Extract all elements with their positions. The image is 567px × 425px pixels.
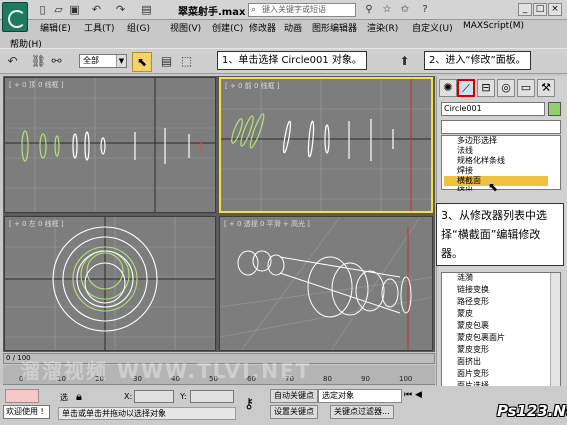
new-file-icon[interactable]: ▯: [36, 3, 49, 16]
favorites-icon[interactable]: ✩: [398, 3, 412, 17]
utilities-tab-icon[interactable]: ⚒: [537, 79, 555, 97]
open-file-icon[interactable]: ▱: [52, 3, 65, 16]
object-color-swatch[interactable]: [548, 102, 561, 116]
render-icon[interactable]: ⬆: [396, 53, 413, 70]
modifier-list-dropdown[interactable]: [441, 120, 561, 134]
list-item[interactable]: 法线: [444, 146, 548, 156]
object-name-field[interactable]: Circle001: [441, 102, 545, 116]
maxscript-listener-box[interactable]: [5, 389, 39, 403]
step2-callout: 2、进入“修改”面板。: [424, 51, 531, 70]
close-button[interactable]: ×: [548, 3, 562, 16]
select-object-button[interactable]: ⬉: [132, 52, 152, 72]
corner-watermark: Ps123.Net: [497, 402, 567, 420]
list-item[interactable]: 面片变形: [444, 369, 548, 379]
list-item[interactable]: 面挤出: [444, 357, 548, 367]
maxscript-mini-listener[interactable]: 欢迎使用 !: [3, 405, 50, 419]
menu-maxscript[interactable]: MAXScript(M): [463, 21, 524, 31]
select-arrow-icon: ⬉: [136, 55, 148, 69]
modifier-list-top[interactable]: 多边形选择 法线 规格化样条线 焊接 横截面 挤出: [441, 135, 561, 191]
list-item[interactable]: 链接变换: [444, 285, 548, 295]
selection-count-label: 选: [60, 393, 68, 402]
app-logo-icon[interactable]: [2, 2, 28, 32]
x-coordinate-field[interactable]: [134, 390, 174, 403]
key-filters-button[interactable]: 关键点过滤器...: [330, 405, 394, 419]
region-select-icon[interactable]: ⬚: [178, 53, 195, 70]
selected-object-dropdown[interactable]: 选定对象: [318, 389, 402, 403]
hierarchy-tab-icon[interactable]: ⊟: [477, 79, 495, 97]
minimize-button[interactable]: _: [518, 3, 532, 16]
list-item[interactable]: 蒙皮变形: [444, 345, 548, 355]
mouse-cursor-icon: ⬉: [488, 180, 499, 194]
list-item[interactable]: 规格化样条线: [444, 156, 548, 166]
step3-callout: 3、从修改器列表中选择“横截面”编辑修改器。: [436, 203, 564, 266]
viewport-area: [ + 0 顶 0 线框 ] [ + 0 前 0 线框 ] [+ 0 左 0 …: [3, 76, 435, 352]
left-viewport[interactable]: [ + 0 左 0 线框 ]: [4, 216, 216, 351]
save-file-icon[interactable]: ▣: [68, 3, 81, 16]
menu-graph-editors[interactable]: 图形编辑器: [312, 21, 357, 34]
menu-rendering[interactable]: 渲染(R): [367, 21, 398, 34]
list-item[interactable]: 蒙皮包裹面片: [444, 333, 548, 343]
site-watermark: 溜溜视频 WWW.TLVI.NET: [20, 359, 312, 383]
chevron-down-icon: ▼: [116, 55, 126, 67]
help-icon[interactable]: ?: [418, 3, 432, 17]
title-bar: ▯ ▱ ▣ ↶ ↷ ▤ 翠菜射手.max ⌕ 键入关键字或短语 ⚲ ☆ ✩ ? …: [0, 0, 567, 32]
step1-callout: 1、单击选择 Circle001 对象。: [217, 51, 367, 70]
modify-tab-icon[interactable]: ⟋: [457, 79, 475, 97]
front-viewport[interactable]: [ + 0 前 0 线框 ]: [219, 77, 433, 213]
menu-animation[interactable]: 动画: [284, 21, 302, 34]
link-icon[interactable]: ⛓: [30, 53, 47, 70]
display-tab-icon[interactable]: ▭: [517, 79, 535, 97]
top-viewport[interactable]: [ + 0 顶 0 线框 ]: [4, 77, 216, 213]
project-folder-icon[interactable]: ▤: [140, 3, 153, 16]
communication-center-icon[interactable]: ☆: [380, 3, 394, 17]
list-item[interactable]: 焊接: [444, 166, 548, 176]
menu-bar: 编辑(E) 工具(T) 组(G) 视图(V) 创建(C) 修改器 动画 图形编辑…: [30, 20, 567, 34]
left-viewport-canvas: [5, 217, 215, 350]
auto-key-button[interactable]: 自动关键点: [270, 389, 318, 403]
list-item[interactable]: 蒙皮包裹: [444, 321, 548, 331]
undo-icon[interactable]: ↶: [4, 53, 21, 70]
play-controls-icon[interactable]: ⏮ ◀: [404, 390, 422, 400]
key-icon[interactable]: ⚷: [244, 396, 254, 412]
perspective-viewport[interactable]: [ + 0 透视 0 平滑 + 高光 ]: [219, 216, 433, 351]
tick-label: 80: [323, 375, 332, 383]
undo-icon[interactable]: ↶: [90, 3, 103, 16]
select-by-name-icon[interactable]: ▤: [158, 53, 175, 70]
menu-tools[interactable]: 工具(T): [84, 21, 115, 34]
tick-label: 100: [399, 375, 413, 383]
list-item[interactable]: 涟漪: [444, 273, 548, 283]
menu-customize[interactable]: 自定义(U): [412, 21, 453, 34]
y-label: Y:: [180, 392, 187, 401]
top-viewport-canvas: [5, 78, 215, 212]
list-item[interactable]: 路径变形: [444, 297, 548, 307]
search-icon: ⌕: [251, 5, 257, 15]
front-viewport-canvas: [221, 79, 431, 211]
window-title: 翠菜射手.max: [178, 7, 246, 18]
redo-icon[interactable]: ↷: [114, 3, 127, 16]
list-item[interactable]: 蒙皮: [444, 309, 548, 319]
menu-create[interactable]: 创建(C): [212, 21, 243, 34]
tick-label: 90: [361, 375, 370, 383]
search-input[interactable]: ⌕ 键入关键字或短语: [248, 3, 356, 17]
y-coordinate-field[interactable]: [190, 390, 234, 403]
selection-filter-dropdown[interactable]: 全部 ▼: [79, 54, 127, 68]
motion-tab-icon[interactable]: ◎: [497, 79, 515, 97]
maximize-button[interactable]: □: [533, 3, 547, 16]
x-label: X:: [124, 392, 133, 401]
perspective-viewport-canvas: [220, 217, 432, 350]
lock-icon[interactable]: 🔒︎: [76, 390, 82, 404]
create-tab-icon[interactable]: ✺: [439, 79, 457, 97]
menu-edit[interactable]: 编辑(E): [40, 21, 71, 34]
prompt-line: 单击或单击并拖动以选择对象: [58, 407, 236, 420]
binoculars-icon[interactable]: ⚲: [362, 3, 376, 17]
status-bar: 欢迎使用 ! 选 🔒︎ X: Y: 单击或单击并拖动以选择对象 ⚷ 自动关键点 …: [0, 386, 567, 425]
menu-modifiers[interactable]: 修改器: [249, 21, 276, 34]
menu-group[interactable]: 组(G): [127, 21, 150, 34]
list-item[interactable]: 多边形选择: [444, 136, 548, 146]
set-key-button[interactable]: 设置关键点: [270, 405, 318, 419]
unlink-icon[interactable]: ⚯: [48, 53, 65, 70]
menu-views[interactable]: 视图(V): [170, 21, 201, 34]
